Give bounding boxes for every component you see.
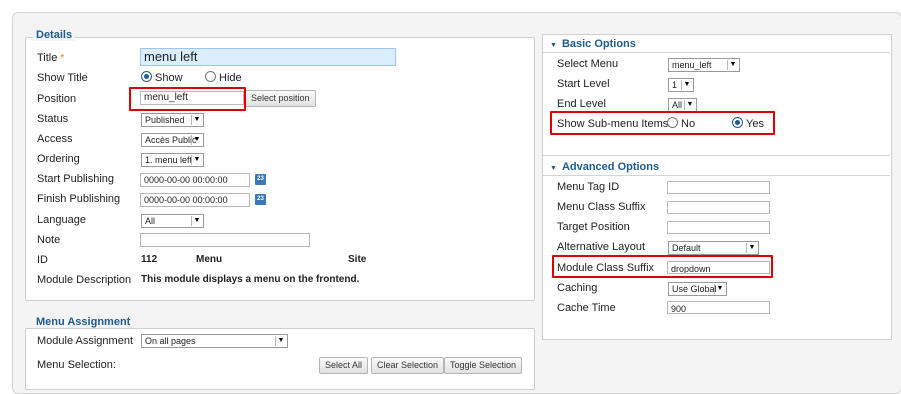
- note-input[interactable]: [140, 233, 310, 247]
- position-label: Position: [37, 93, 77, 105]
- select-menu-select[interactable]: menu_left ▼: [668, 58, 740, 72]
- target-position-input[interactable]: [667, 221, 770, 234]
- end-level-label: End Level: [557, 98, 606, 110]
- caching-label: Caching: [557, 282, 598, 294]
- status-label: Status: [37, 113, 69, 125]
- start-level-select[interactable]: 1 ▼: [668, 78, 694, 92]
- clear-selection-button[interactable]: Clear Selection: [371, 357, 445, 374]
- access-select[interactable]: Accès Public ▼: [141, 133, 204, 147]
- show-title-label: Show Title: [37, 72, 88, 84]
- calendar-icon[interactable]: 23: [255, 194, 266, 205]
- alternative-layout-select[interactable]: Default ▼: [668, 241, 759, 255]
- module-class-suffix-highlight: [552, 255, 773, 278]
- divider: [543, 175, 890, 176]
- submenu-highlight: [550, 111, 775, 135]
- id-value: 112: [141, 254, 158, 265]
- ordering-label: Ordering: [37, 153, 80, 165]
- language-select[interactable]: All ▼: [141, 214, 204, 228]
- menu-class-suffix-label: Menu Class Suffix: [557, 201, 646, 213]
- access-label: Access: [37, 133, 73, 145]
- description-value: This module displays a menu on the front…: [141, 274, 360, 285]
- position-highlight: [129, 87, 246, 111]
- menu-tag-id-label: Menu Tag ID: [557, 181, 620, 193]
- calendar-icon[interactable]: 23: [255, 174, 266, 185]
- show-option-label: Show: [155, 72, 183, 84]
- chevron-down-icon: ▼: [191, 115, 202, 125]
- toggle-selection-button[interactable]: Toggle Selection: [444, 357, 523, 374]
- module-type: Menu: [196, 254, 223, 265]
- chevron-down-icon: ▼: [727, 60, 738, 70]
- finish-publishing-input[interactable]: 0000-00-00 00:00:00: [140, 193, 250, 207]
- menu-tag-id-input[interactable]: [667, 181, 770, 194]
- triangle-down-icon: ▼: [550, 42, 557, 49]
- hide-option-label: Hide: [219, 72, 242, 84]
- cache-time-label: Cache Time: [557, 302, 616, 314]
- start-publishing-input[interactable]: 0000-00-00 00:00:00: [140, 173, 250, 187]
- menu-class-suffix-input[interactable]: [667, 201, 770, 214]
- chevron-down-icon: ▼: [684, 100, 695, 110]
- finish-publishing-label: Finish Publishing: [37, 193, 121, 205]
- chevron-down-icon: ▼: [191, 155, 202, 165]
- alternative-layout-label: Alternative Layout: [557, 241, 646, 253]
- chevron-down-icon: ▼: [191, 135, 202, 145]
- divider: [543, 155, 890, 156]
- target-position-label: Target Position: [557, 221, 630, 233]
- select-all-button[interactable]: Select All: [319, 357, 369, 374]
- module-assignment-select[interactable]: On all pages ▼: [141, 334, 288, 348]
- select-position-button[interactable]: Select position: [245, 90, 316, 107]
- caching-select[interactable]: Use Global ▼: [668, 282, 727, 296]
- menu-selection-label: Menu Selection:: [37, 359, 116, 371]
- module-client: Site: [348, 254, 367, 265]
- title-input[interactable]: menu left: [140, 48, 396, 66]
- note-label: Note: [37, 234, 61, 246]
- chevron-down-icon: ▼: [191, 216, 202, 226]
- cache-time-input[interactable]: 900: [667, 301, 770, 314]
- start-publishing-label: Start Publishing: [37, 173, 115, 185]
- details-fieldset: [25, 37, 535, 301]
- language-label: Language: [37, 214, 86, 226]
- id-label: ID: [37, 254, 48, 266]
- select-menu-label: Select Menu: [557, 58, 619, 70]
- divider: [543, 52, 890, 53]
- end-level-select[interactable]: All ▼: [668, 98, 697, 112]
- module-assignment-label: Module Assignment: [37, 335, 133, 347]
- details-legend: Details: [33, 29, 76, 41]
- chevron-down-icon: ▼: [681, 80, 692, 90]
- description-label: Module Description: [37, 274, 132, 286]
- show-title-hide-radio[interactable]: [205, 71, 216, 82]
- chevron-down-icon: ▼: [714, 284, 725, 294]
- status-select[interactable]: Published ▼: [141, 113, 204, 127]
- menu-assignment-legend: Menu Assignment: [33, 316, 134, 328]
- required-marker: *: [60, 53, 65, 64]
- show-title-show-radio[interactable]: [141, 71, 152, 82]
- ordering-select[interactable]: 1. menu left ▼: [141, 153, 204, 167]
- basic-options-header[interactable]: ▼ Basic Options: [550, 37, 636, 51]
- advanced-options-header[interactable]: ▼ Advanced Options: [550, 160, 659, 174]
- start-level-label: Start Level: [557, 78, 610, 90]
- triangle-down-icon: ▼: [550, 165, 557, 172]
- title-label: Title *: [37, 52, 65, 64]
- chevron-down-icon: ▼: [746, 243, 757, 253]
- chevron-down-icon: ▼: [275, 336, 286, 346]
